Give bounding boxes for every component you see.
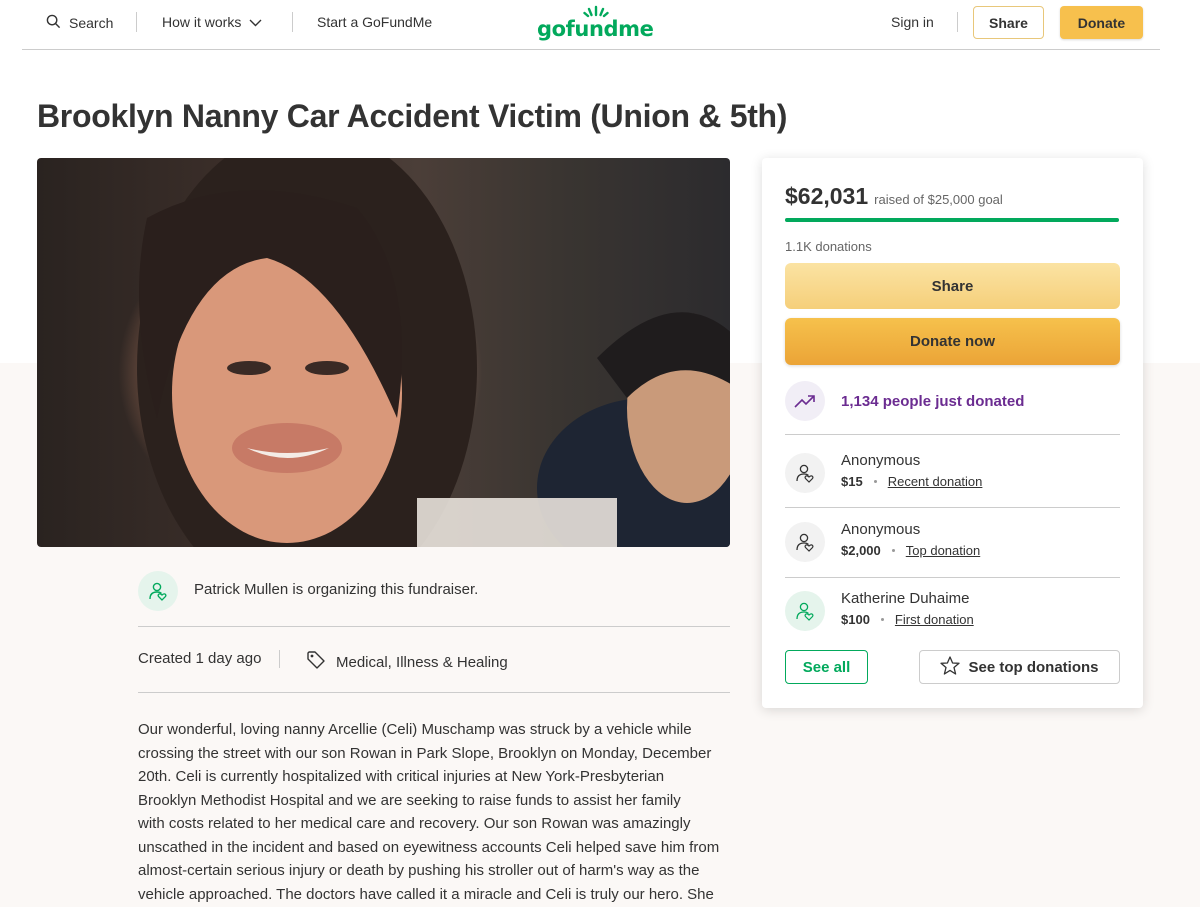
sign-in-label: Sign in (891, 14, 934, 30)
story-line: 20th. Celi is currently hospitalized wit… (138, 768, 665, 785)
donor-avatar (785, 522, 825, 562)
raised-amount: $62,031 (785, 183, 869, 209)
donor-amount: $100 (841, 612, 870, 627)
organizer-text: Patrick Mullen is organizing this fundra… (194, 581, 479, 598)
divider (785, 507, 1120, 508)
donor-name: Anonymous (841, 521, 921, 538)
site-header: Search How it works Start a GoFundMe gof… (22, 0, 1160, 50)
trending-donations: 1,134 people just donated (785, 381, 1024, 421)
trend-avatar (785, 381, 825, 421)
dot-separator (880, 618, 884, 621)
campaign-photo-illustration (137, 158, 730, 547)
donor-name: Katherine Duhaime (841, 590, 970, 607)
divider (138, 692, 730, 693)
campaign-photo (37, 158, 730, 547)
search-button[interactable]: Search (46, 14, 113, 32)
donor-amount: $2,000 (841, 543, 881, 558)
divider (136, 12, 137, 32)
organizer-heart-icon (149, 582, 167, 601)
donation-count: 1.1K donations (785, 239, 872, 254)
start-fundraiser-link[interactable]: Start a GoFundMe (317, 14, 432, 30)
divider (785, 434, 1120, 435)
donor-heart-icon (796, 464, 814, 483)
logo-text: gofundme (537, 17, 654, 41)
search-icon (46, 14, 61, 32)
how-it-works-label: How it works (162, 14, 242, 30)
donor-avatar (785, 453, 825, 493)
divider (957, 12, 958, 32)
progress-bar (785, 218, 1119, 222)
search-label: Search (69, 15, 114, 31)
start-fundraiser-label: Start a GoFundMe (317, 14, 433, 30)
donor-name: Anonymous (841, 452, 921, 469)
donor-details: $15 Recent donation (841, 474, 982, 489)
created-info: Created 1 day ago (138, 650, 261, 667)
story-line: vehicle approached. The doctors have cal… (138, 885, 714, 903)
divider (785, 577, 1120, 578)
organizer-avatar (138, 571, 178, 611)
see-top-donations-button[interactable]: See top donations (919, 650, 1120, 684)
raised-goal: raised of $25,000 goal (874, 192, 1003, 207)
see-top-donations-label: See top donations (968, 658, 1099, 676)
dot-separator (891, 549, 895, 552)
donor-details: $100 First donation (841, 612, 974, 627)
donor-heart-icon (796, 602, 814, 621)
dot-separator (873, 480, 877, 483)
story-line: with costs related to her medical care a… (138, 815, 691, 832)
donor-avatar (785, 591, 825, 631)
category-link[interactable]: Medical, Illness & Healing (306, 650, 508, 674)
created-date: Created 1 day ago (138, 650, 262, 667)
see-all-button[interactable]: See all (785, 650, 868, 684)
how-it-works-menu[interactable]: How it works (162, 14, 262, 30)
donation-tag-link[interactable]: Top donation (906, 543, 980, 558)
raised-summary: $62,031 raised of $25,000 goal (785, 183, 1003, 210)
gofundme-logo[interactable]: gofundme (537, 4, 654, 42)
category-label: Medical, Illness & Healing (336, 653, 508, 671)
donation-card: $62,031 raised of $25,000 goal 1.1K dona… (762, 158, 1143, 708)
trend-text: 1,134 people just donated (841, 392, 1025, 410)
tag-icon (306, 650, 326, 674)
donor-item: Anonymous $15 Recent donation (785, 452, 982, 493)
progress-fill (785, 218, 1119, 222)
campaign-title: Brooklyn Nanny Car Accident Victim (Unio… (37, 98, 788, 134)
story-line: unscathed in the incident and based on e… (138, 838, 720, 856)
donate-now-button[interactable]: Donate now (785, 318, 1120, 365)
donor-item: Katherine Duhaime $100 First donation (785, 590, 974, 631)
share-button[interactable]: Share (785, 263, 1120, 309)
campaign-story: Our wonderful, loving nanny Arcellie (Ce… (138, 718, 738, 906)
donation-tag-link[interactable]: Recent donation (888, 474, 983, 489)
chevron-down-icon (249, 14, 262, 30)
donor-details: $2,000 Top donation (841, 543, 980, 558)
header-share-button[interactable]: Share (973, 6, 1044, 39)
story-line: Our wonderful, loving nanny Arcellie (Ce… (138, 721, 692, 738)
divider (292, 12, 293, 32)
star-icon (940, 655, 961, 679)
donor-heart-icon (796, 533, 814, 552)
header-donate-button[interactable]: Donate (1060, 6, 1143, 39)
donor-amount: $15 (841, 474, 863, 489)
story-line: crossing the street with our son Rowan i… (138, 744, 712, 762)
trending-up-icon (794, 395, 815, 408)
sun-icon (583, 5, 609, 18)
divider (279, 650, 280, 668)
story-line: Brooklyn Methodist Hospital and we are s… (138, 791, 681, 809)
sign-in-link[interactable]: Sign in (891, 14, 934, 30)
divider (138, 626, 730, 627)
story-line: almost-certain serious injury or death b… (138, 862, 700, 879)
donation-tag-link[interactable]: First donation (895, 612, 974, 627)
donor-item: Anonymous $2,000 Top donation (785, 521, 980, 562)
